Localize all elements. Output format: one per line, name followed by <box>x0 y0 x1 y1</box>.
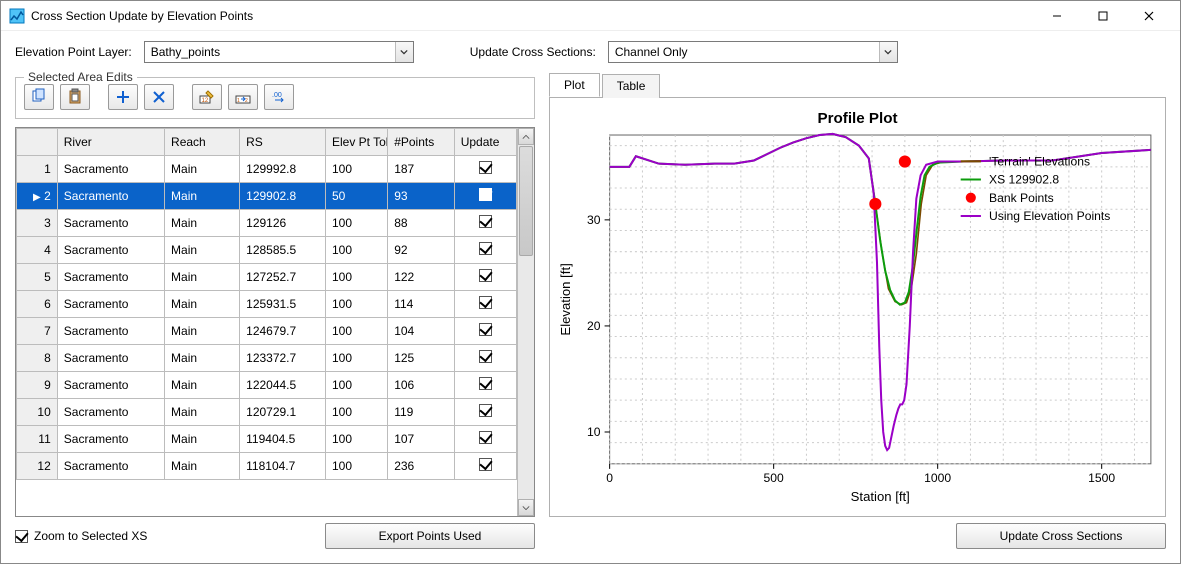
svg-text:12: 12 <box>202 98 209 104</box>
checkbox-icon[interactable] <box>479 269 492 282</box>
elevation-point-layer-combo[interactable]: Bathy_points <box>144 41 414 63</box>
update-cross-sections-label: Update Cross Sections: <box>470 45 596 59</box>
table-row[interactable]: 8SacramentoMain123372.7100125 <box>17 345 517 372</box>
cross-sections-table[interactable]: River Reach RS Elev Pt Tol (ft) #Points … <box>16 128 517 516</box>
update-cross-sections-button[interactable]: Update Cross Sections <box>956 523 1166 549</box>
svg-text:1: 1 <box>237 98 240 104</box>
checkbox-icon[interactable] <box>479 404 492 417</box>
decimals-button[interactable]: .00 <box>264 84 294 110</box>
scroll-thumb[interactable] <box>519 146 533 256</box>
checkbox-icon[interactable] <box>479 188 492 201</box>
svg-text:.00: .00 <box>272 92 282 99</box>
checkbox-icon[interactable] <box>479 323 492 336</box>
edit-values-button[interactable]: 12 <box>192 84 222 110</box>
chevron-down-icon <box>395 42 413 62</box>
copy-button[interactable] <box>24 84 54 110</box>
svg-text:XS 129902.8: XS 129902.8 <box>989 173 1059 187</box>
result-tabs: Plot Table <box>549 73 1166 98</box>
checkbox-icon[interactable] <box>479 350 492 363</box>
selected-area-edits-legend: Selected Area Edits <box>24 70 137 84</box>
svg-text:Station [ft]: Station [ft] <box>851 489 910 504</box>
checkbox-icon[interactable] <box>479 458 492 471</box>
col-points[interactable]: #Points <box>388 129 455 156</box>
zoom-to-selected-checkbox[interactable]: Zoom to Selected XS <box>15 529 147 543</box>
set-range-button[interactable]: 12 <box>228 84 258 110</box>
checkbox-icon[interactable] <box>479 377 492 390</box>
table-row[interactable]: 4SacramentoMain128585.510092 <box>17 237 517 264</box>
elevation-point-layer-value: Bathy_points <box>145 43 395 61</box>
svg-text:0: 0 <box>606 471 613 485</box>
table-row[interactable]: 11SacramentoMain119404.5100107 <box>17 426 517 453</box>
checkbox-icon[interactable] <box>479 296 492 309</box>
vertical-scrollbar[interactable] <box>517 128 534 516</box>
svg-text:Elevation [ft]: Elevation [ft] <box>558 263 573 335</box>
svg-text:Using Elevation Points: Using Elevation Points <box>989 209 1110 223</box>
svg-text:1000: 1000 <box>924 471 951 485</box>
col-rs[interactable]: RS <box>240 129 326 156</box>
export-points-label: Export Points Used <box>379 529 482 543</box>
update-cross-sections-combo[interactable]: Channel Only <box>608 41 898 63</box>
minimize-button[interactable] <box>1034 1 1080 31</box>
col-reach[interactable]: Reach <box>165 129 240 156</box>
checkbox-icon[interactable] <box>479 242 492 255</box>
svg-text:Profile Plot: Profile Plot <box>818 110 898 127</box>
chevron-down-icon <box>879 42 897 62</box>
table-row[interactable]: 1SacramentoMain129992.8100187 <box>17 156 517 183</box>
tab-plot[interactable]: Plot <box>549 73 600 97</box>
table-row[interactable]: ▶ 2SacramentoMain129902.85093 <box>17 183 517 210</box>
table-row[interactable]: 7SacramentoMain124679.7100104 <box>17 318 517 345</box>
scroll-up-icon[interactable] <box>518 128 534 145</box>
tab-table[interactable]: Table <box>602 74 661 98</box>
svg-text:30: 30 <box>587 213 601 227</box>
plot-panel: 0 500 1000 1500 10 20 30 Station [ft] Elevation … <box>549 98 1166 517</box>
svg-text:20: 20 <box>587 319 601 333</box>
close-button[interactable] <box>1126 1 1172 31</box>
table-row[interactable]: 5SacramentoMain127252.7100122 <box>17 264 517 291</box>
window-title: Cross Section Update by Elevation Points <box>31 9 253 23</box>
table-row[interactable]: 12SacramentoMain118104.7100236 <box>17 453 517 480</box>
checkbox-icon <box>15 530 28 543</box>
zoom-to-selected-label: Zoom to Selected XS <box>34 529 147 543</box>
table-row[interactable]: 10SacramentoMain120729.1100119 <box>17 399 517 426</box>
selected-area-edits-group: Selected Area Edits 12 12 .00 <box>15 77 535 119</box>
table-row[interactable]: 3SacramentoMain12912610088 <box>17 210 517 237</box>
svg-text:1500: 1500 <box>1088 471 1115 485</box>
svg-text:Bank Points: Bank Points <box>989 191 1054 205</box>
paste-button[interactable] <box>60 84 90 110</box>
export-points-button[interactable]: Export Points Used <box>325 523 535 549</box>
svg-text:10: 10 <box>587 425 601 439</box>
app-icon <box>9 8 25 24</box>
checkbox-icon[interactable] <box>479 215 492 228</box>
table-row[interactable]: 9SacramentoMain122044.5100106 <box>17 372 517 399</box>
svg-text:'Terrain' Elevations: 'Terrain' Elevations <box>989 154 1090 168</box>
svg-text:500: 500 <box>764 471 784 485</box>
col-river[interactable]: River <box>57 129 164 156</box>
update-cross-sections-btn-label: Update Cross Sections <box>1000 529 1123 543</box>
elevation-point-layer-label: Elevation Point Layer: <box>15 45 132 59</box>
scroll-down-icon[interactable] <box>518 499 534 516</box>
col-update[interactable]: Update <box>454 129 516 156</box>
delete-button[interactable] <box>144 84 174 110</box>
col-rownum[interactable] <box>17 129 58 156</box>
table-row[interactable]: 6SacramentoMain125931.5100114 <box>17 291 517 318</box>
add-button[interactable] <box>108 84 138 110</box>
maximize-button[interactable] <box>1080 1 1126 31</box>
checkbox-icon[interactable] <box>479 161 492 174</box>
profile-plot[interactable]: 0 500 1000 1500 10 20 30 Station [ft] Elevation … <box>554 102 1161 512</box>
checkbox-icon[interactable] <box>479 431 492 444</box>
title-bar: Cross Section Update by Elevation Points <box>1 1 1180 31</box>
update-cross-sections-value: Channel Only <box>609 43 879 61</box>
col-tol[interactable]: Elev Pt Tol (ft) <box>325 129 387 156</box>
